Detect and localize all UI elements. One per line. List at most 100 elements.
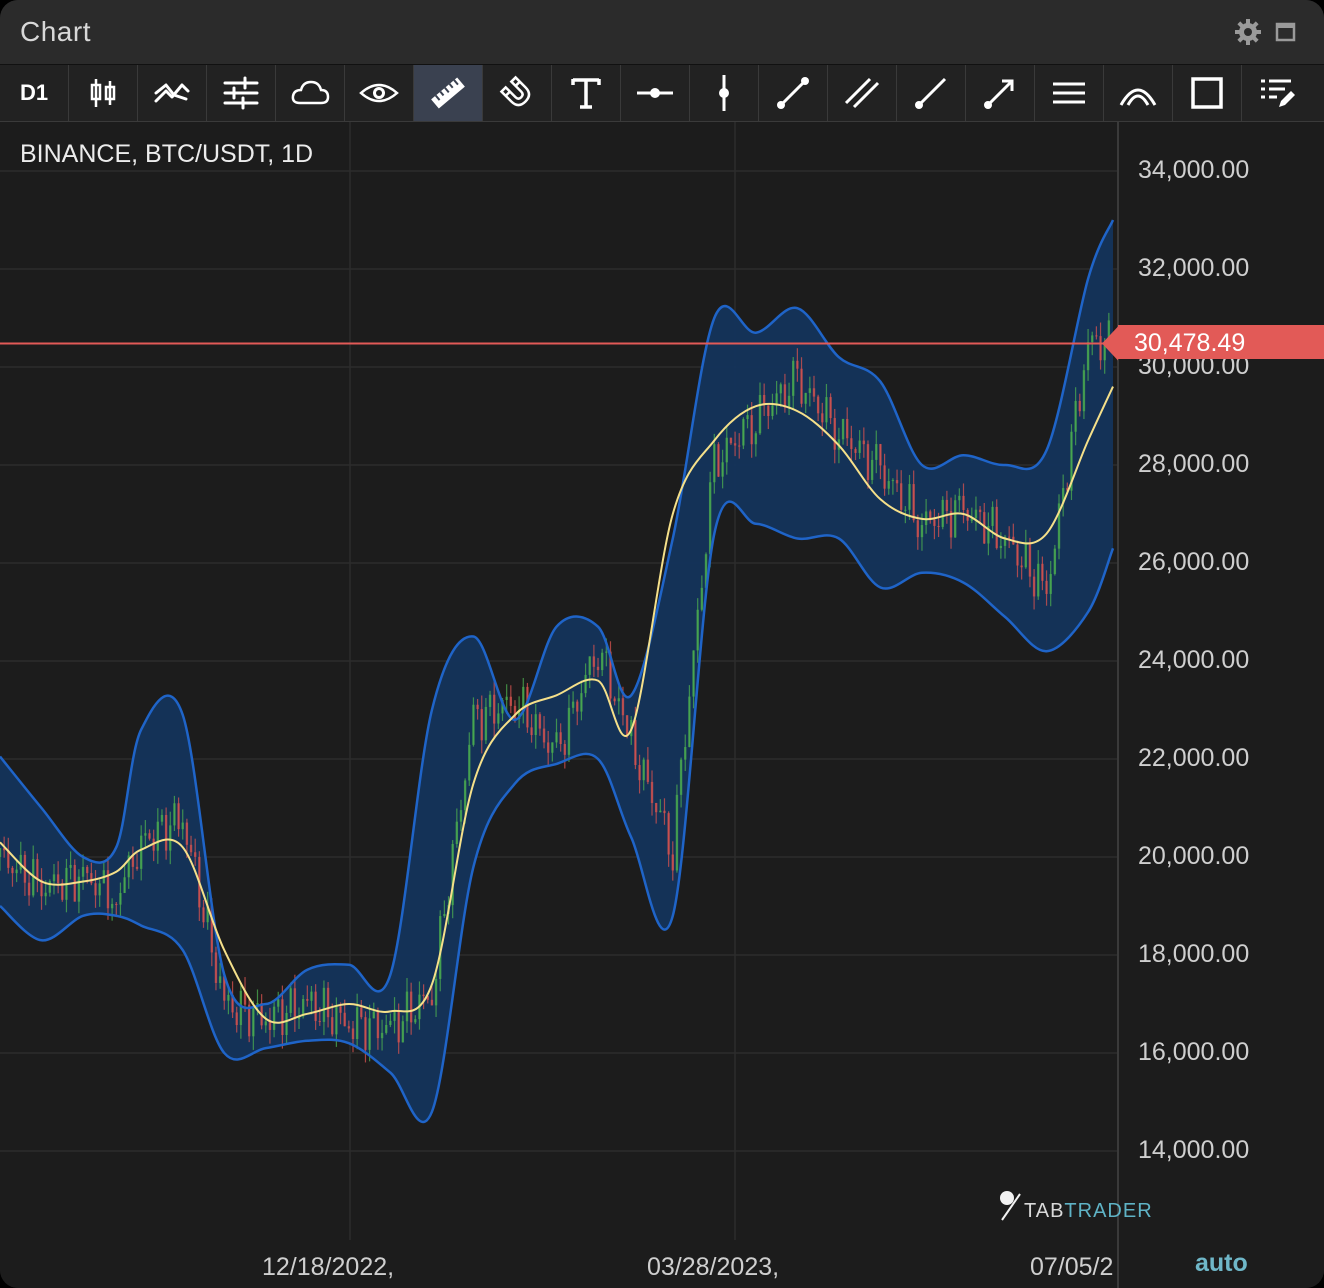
candle-body <box>625 715 629 737</box>
settings-sliders-icon <box>223 76 259 110</box>
text-icon <box>571 78 601 109</box>
candle-body <box>351 1028 355 1040</box>
candle-body <box>326 987 330 1018</box>
candle-body <box>98 883 101 896</box>
vertical-line-button[interactable] <box>690 65 759 121</box>
auto-scale-button[interactable]: auto <box>1195 1249 1248 1278</box>
candle-body <box>235 1012 238 1026</box>
candle-body <box>953 500 957 538</box>
candle-body <box>546 742 550 753</box>
candle-body <box>355 1007 359 1040</box>
candle-body <box>829 397 832 419</box>
candle-body <box>555 732 558 743</box>
candle-body <box>27 882 31 896</box>
candle-body <box>214 952 218 983</box>
candle-body <box>52 874 56 882</box>
candle-body <box>891 480 895 482</box>
candle-body <box>659 810 662 813</box>
horizontal-lines-button[interactable] <box>1035 65 1104 121</box>
candle-body <box>854 449 857 453</box>
arrow-line-icon <box>984 79 1014 109</box>
ruler-button[interactable] <box>414 65 483 121</box>
cloud-button[interactable] <box>276 65 345 121</box>
arrow-line-button[interactable] <box>966 65 1035 121</box>
candle-body <box>725 437 728 463</box>
drawings-list-button[interactable] <box>1242 65 1311 121</box>
x-tick-label: 12/18/2022, <box>262 1253 395 1281</box>
candle-body <box>268 1021 272 1030</box>
candle-body <box>1082 370 1086 412</box>
candle-body <box>322 987 326 1022</box>
candle-body <box>904 509 907 511</box>
candle-body <box>69 864 72 868</box>
candle-body <box>11 867 14 874</box>
candle-body <box>509 696 513 706</box>
candle-body <box>86 866 89 874</box>
indicators-button[interactable] <box>138 65 207 121</box>
candle-body <box>94 883 97 896</box>
candle-body <box>376 1011 380 1039</box>
trend-line-button[interactable] <box>759 65 828 121</box>
parallel-channel-button[interactable] <box>828 65 897 121</box>
candle-body <box>148 833 151 839</box>
candle-body <box>1099 336 1102 361</box>
arc-button[interactable] <box>1104 65 1173 121</box>
horizontal-ray-button[interactable] <box>621 65 690 121</box>
candle-body <box>700 587 704 610</box>
candle-body <box>974 509 978 519</box>
candle-body <box>1016 544 1019 566</box>
candle-body <box>534 714 537 736</box>
timeframe-button[interactable]: D1 <box>0 65 69 121</box>
candle-body <box>484 706 488 741</box>
candle-body <box>958 495 961 501</box>
candle-body <box>140 835 143 869</box>
candle-body <box>675 794 679 871</box>
candle-body <box>978 509 982 513</box>
settings-sliders-button[interactable] <box>207 65 276 121</box>
candle-body <box>36 859 39 880</box>
candle-body <box>684 747 687 760</box>
parallel-channel-icon <box>844 77 880 109</box>
candle-body <box>796 360 799 369</box>
candle-body <box>177 803 180 830</box>
candle-body <box>1037 563 1040 597</box>
candle-body <box>816 396 820 414</box>
candle-body <box>588 656 591 675</box>
candle-body <box>613 698 616 702</box>
maximize-icon[interactable] <box>1272 18 1300 46</box>
text-button[interactable] <box>552 65 621 121</box>
y-tick-label: 20,000.00 <box>1138 842 1250 870</box>
candle-type-button[interactable] <box>69 65 138 121</box>
candle-body <box>1045 580 1048 594</box>
candle-body <box>846 418 849 439</box>
ray-line-button[interactable] <box>897 65 966 121</box>
candle-body <box>181 822 184 830</box>
candle-body <box>434 978 438 1006</box>
candle-body <box>285 1012 288 1036</box>
candle-body <box>862 440 866 445</box>
candle-body <box>671 854 674 871</box>
candle-body <box>916 520 920 538</box>
cloud-icon <box>291 80 330 105</box>
arc-icon <box>1119 88 1157 106</box>
price-chart[interactable] <box>0 122 1324 1288</box>
candle-body <box>696 609 699 651</box>
magnet-button[interactable] <box>483 65 552 121</box>
candle-body <box>401 1021 405 1043</box>
candle-body <box>169 825 172 851</box>
eye-button[interactable] <box>345 65 414 121</box>
ray-line-icon <box>915 77 947 109</box>
candle-body <box>1078 400 1081 412</box>
gear-icon[interactable] <box>1234 18 1262 46</box>
candle-body <box>115 903 118 905</box>
candle-body <box>621 698 625 716</box>
rectangle-button[interactable] <box>1173 65 1242 121</box>
candle-body <box>218 976 222 983</box>
candle-body <box>638 765 641 781</box>
candle-body <box>488 694 492 707</box>
candle-body <box>1095 335 1098 337</box>
candle-body <box>858 440 861 453</box>
candle-body <box>160 814 164 822</box>
candle-body <box>804 392 807 404</box>
candle-body <box>347 1026 351 1029</box>
